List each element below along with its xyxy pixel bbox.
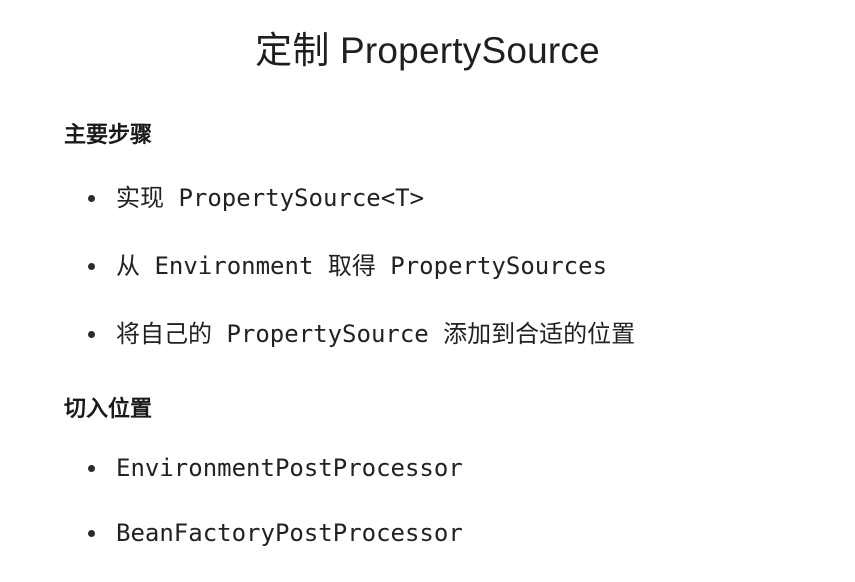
section-heading-main-steps: 主要步骤: [64, 123, 153, 148]
bullet-icon: [88, 195, 95, 202]
list-item-text: 实现 PropertySource<T>: [116, 184, 425, 212]
bullet-icon: [88, 331, 95, 338]
list-item: BeanFactoryPostProcessor: [88, 517, 463, 582]
main-steps-list: 实现 PropertySource<T> 从 Environment 取得 Pr…: [88, 182, 635, 386]
list-item-text: EnvironmentPostProcessor: [116, 454, 463, 482]
list-item: 将自己的 PropertySource 添加到合适的位置: [88, 318, 635, 386]
list-item-text: 将自己的 PropertySource 添加到合适的位置: [116, 320, 636, 348]
list-item: 实现 PropertySource<T>: [88, 182, 635, 250]
list-item-text: BeanFactoryPostProcessor: [116, 519, 463, 547]
bullet-icon: [88, 263, 95, 270]
list-item-text: 从 Environment 取得 PropertySources: [116, 252, 608, 280]
list-item: EnvironmentPostProcessor: [88, 452, 463, 517]
list-item: 从 Environment 取得 PropertySources: [88, 250, 635, 318]
bullet-icon: [88, 465, 95, 472]
slide: 定制 PropertySource 主要步骤 实现 PropertySource…: [0, 0, 855, 579]
entry-points-list: EnvironmentPostProcessor BeanFactoryPost…: [88, 452, 463, 582]
slide-title: 定制 PropertySource: [255, 30, 600, 71]
section-heading-entry-points: 切入位置: [64, 397, 153, 422]
bullet-icon: [88, 530, 95, 537]
